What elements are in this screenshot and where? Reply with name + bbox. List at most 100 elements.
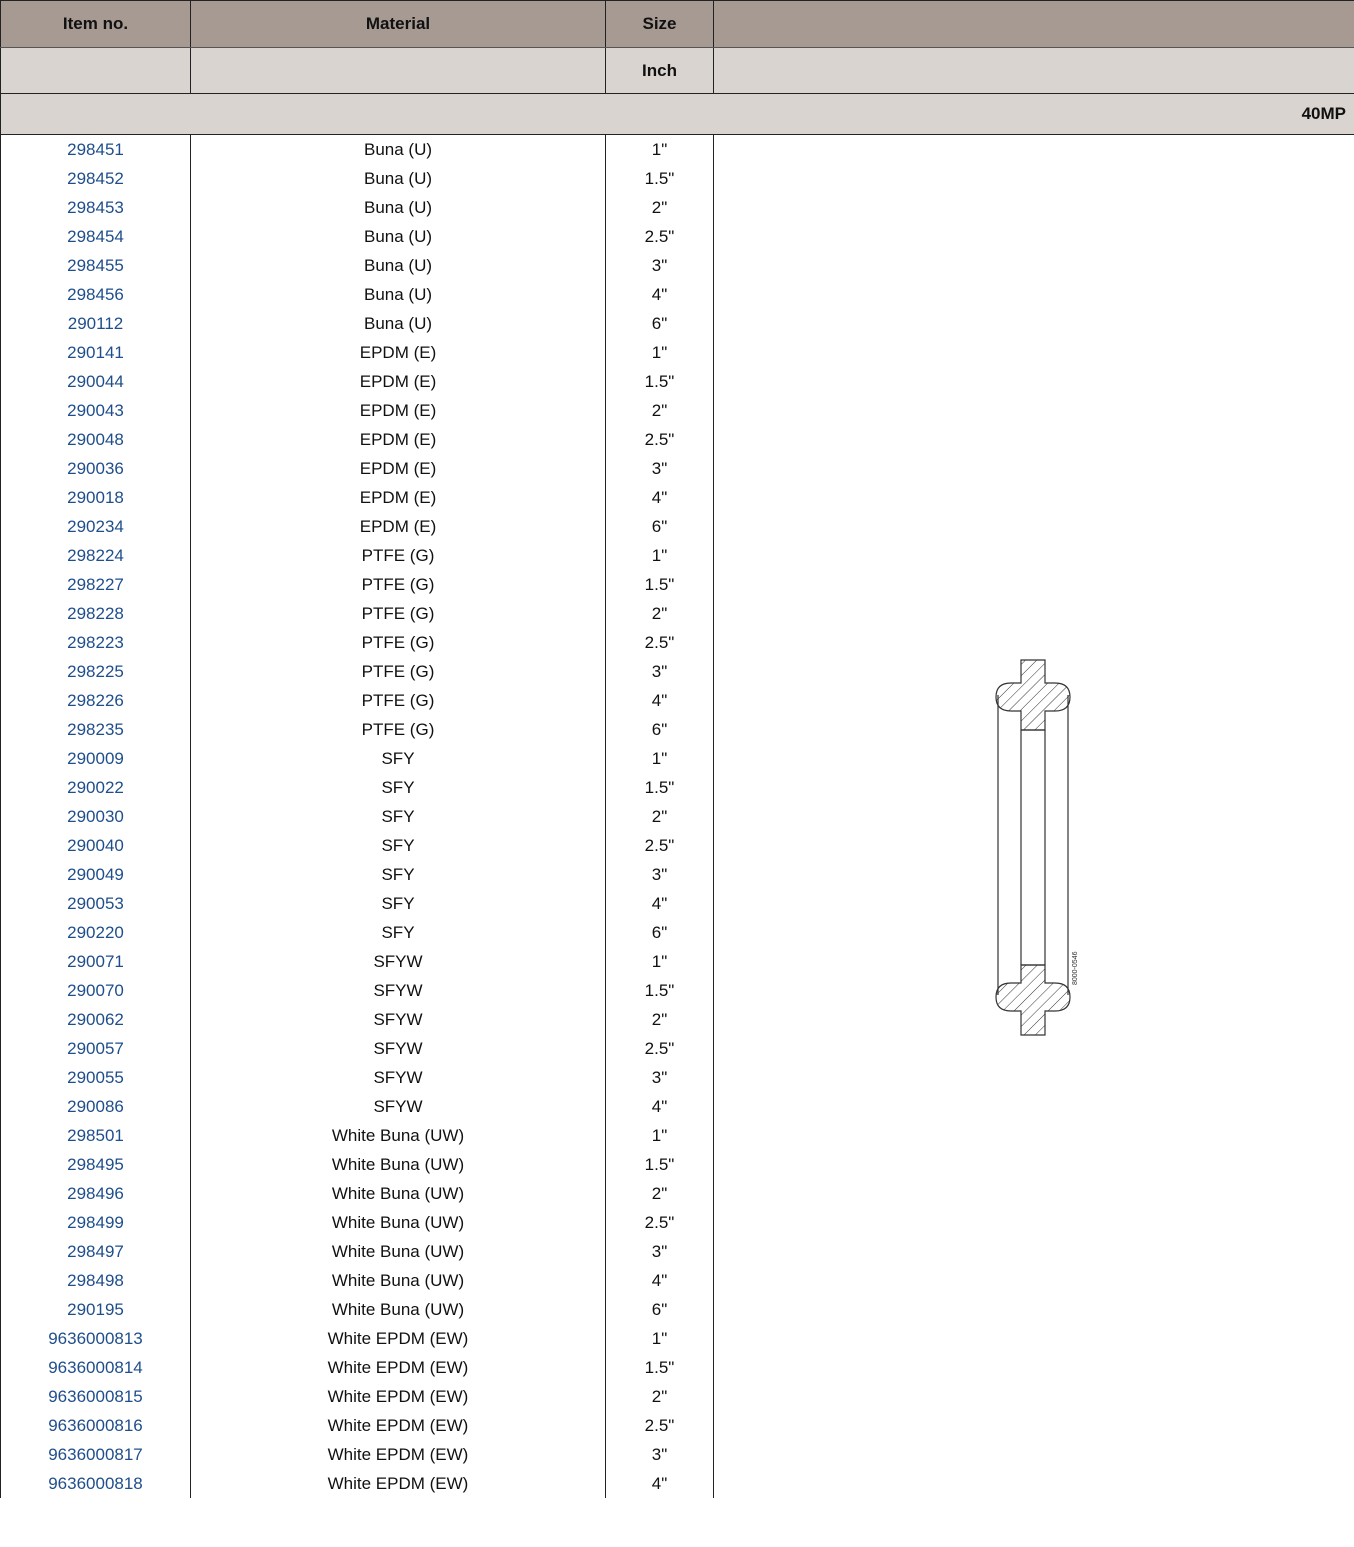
item-no-link[interactable]: 290030 [67, 807, 124, 826]
item-no-cell: 298227 [0, 570, 191, 599]
material-cell: PTFE (G) [190, 599, 606, 628]
item-no-link[interactable]: 9636000818 [48, 1474, 143, 1493]
material-cell: EPDM (E) [190, 483, 606, 512]
item-no-link[interactable]: 290062 [67, 1010, 124, 1029]
item-no-link[interactable]: 290022 [67, 778, 124, 797]
item-no-cell: 290220 [0, 918, 191, 947]
item-no-link[interactable]: 298235 [67, 720, 124, 739]
item-no-link[interactable]: 298224 [67, 546, 124, 565]
item-no-link[interactable]: 290040 [67, 836, 124, 855]
material-cell: Buna (U) [190, 193, 606, 222]
drawing-label: 8000-0546 [1072, 951, 1079, 985]
item-no-cell: 290086 [0, 1092, 191, 1121]
item-no-link[interactable]: 290044 [67, 372, 124, 391]
size-cell: 1.5" [605, 1150, 714, 1179]
material-cell: White Buna (UW) [190, 1150, 606, 1179]
item-no-link[interactable]: 298226 [67, 691, 124, 710]
item-no-link[interactable]: 290220 [67, 923, 124, 942]
item-no-link[interactable]: 298454 [67, 227, 124, 246]
item-no-link[interactable]: 9636000815 [48, 1387, 143, 1406]
group-label: 40MP [0, 93, 1354, 135]
item-no-link[interactable]: 290018 [67, 488, 124, 507]
item-no-link[interactable]: 298228 [67, 604, 124, 623]
item-no-cell: 298451 [0, 134, 191, 164]
item-no-link[interactable]: 290086 [67, 1097, 124, 1116]
material-cell: SFY [190, 773, 606, 802]
item-no-link[interactable]: 9636000817 [48, 1445, 143, 1464]
item-no-cell: 290009 [0, 744, 191, 773]
material-cell: White EPDM (EW) [190, 1382, 606, 1411]
size-cell: 2.5" [605, 1208, 714, 1237]
size-cell: 1.5" [605, 367, 714, 396]
material-cell: White EPDM (EW) [190, 1469, 606, 1498]
item-no-link[interactable]: 298451 [67, 140, 124, 159]
item-no-link[interactable]: 290055 [67, 1068, 124, 1087]
size-cell: 3" [605, 454, 714, 483]
material-cell: PTFE (G) [190, 686, 606, 715]
material-cell: Buna (U) [190, 222, 606, 251]
item-no-link[interactable]: 290057 [67, 1039, 124, 1058]
item-no-link[interactable]: 290043 [67, 401, 124, 420]
item-no-link[interactable]: 298499 [67, 1213, 124, 1232]
item-no-cell: 9636000817 [0, 1440, 191, 1469]
material-cell: White Buna (UW) [190, 1295, 606, 1324]
material-cell: White Buna (UW) [190, 1266, 606, 1295]
material-cell: SFY [190, 802, 606, 831]
item-no-link[interactable]: 290053 [67, 894, 124, 913]
item-no-link[interactable]: 9636000816 [48, 1416, 143, 1435]
item-no-cell: 290043 [0, 396, 191, 425]
item-no-link[interactable]: 298496 [67, 1184, 124, 1203]
size-cell: 4" [605, 889, 714, 918]
item-no-cell: 290044 [0, 367, 191, 396]
item-no-cell: 9636000818 [0, 1469, 191, 1498]
item-no-link[interactable]: 298495 [67, 1155, 124, 1174]
item-no-cell: 9636000815 [0, 1382, 191, 1411]
item-no-link[interactable]: 290234 [67, 517, 124, 536]
item-no-link[interactable]: 298501 [67, 1126, 124, 1145]
subheader-row: Inch [0, 47, 1354, 94]
item-no-link[interactable]: 290070 [67, 981, 124, 1000]
header-material: Material [190, 0, 606, 48]
item-no-cell: 290018 [0, 483, 191, 512]
material-cell: PTFE (G) [190, 541, 606, 570]
header-row: Item no. Material Size [0, 0, 1354, 48]
size-cell: 4" [605, 280, 714, 309]
material-cell: SFY [190, 744, 606, 773]
item-no-link[interactable]: 290049 [67, 865, 124, 884]
item-no-link[interactable]: 298497 [67, 1242, 124, 1261]
item-no-link[interactable]: 298225 [67, 662, 124, 681]
item-no-link[interactable]: 298452 [67, 169, 124, 188]
material-cell: SFY [190, 831, 606, 860]
item-no-cell: 298496 [0, 1179, 191, 1208]
item-no-cell: 290053 [0, 889, 191, 918]
item-no-cell: 298454 [0, 222, 191, 251]
item-no-link[interactable]: 290112 [68, 314, 123, 333]
material-cell: PTFE (G) [190, 570, 606, 599]
item-no-link[interactable]: 290141 [67, 343, 124, 362]
item-no-link[interactable]: 298453 [67, 198, 124, 217]
item-no-link[interactable]: 290071 [67, 952, 124, 971]
item-no-link[interactable]: 9636000813 [48, 1329, 143, 1348]
item-no-link[interactable]: 9636000814 [48, 1358, 143, 1377]
item-no-link[interactable]: 290195 [67, 1300, 124, 1319]
item-no-cell: 290070 [0, 976, 191, 1005]
item-no-link[interactable]: 298498 [67, 1271, 124, 1290]
item-no-link[interactable]: 298227 [67, 575, 124, 594]
item-no-link[interactable]: 298456 [67, 285, 124, 304]
material-cell: SFYW [190, 976, 606, 1005]
size-cell: 6" [605, 715, 714, 744]
gasket-table: Item no. Material Size Inch 40MP 298451 B… [0, 0, 1354, 1498]
item-no-link[interactable]: 298223 [67, 633, 124, 652]
size-cell: 1.5" [605, 976, 714, 1005]
size-cell: 4" [605, 1092, 714, 1121]
size-cell: 6" [605, 918, 714, 947]
material-cell: Buna (U) [190, 280, 606, 309]
item-no-link[interactable]: 290036 [67, 459, 124, 478]
size-cell: 6" [605, 512, 714, 541]
subheader-size-unit: Inch [605, 47, 714, 94]
item-no-link[interactable]: 298455 [67, 256, 124, 275]
size-cell: 4" [605, 483, 714, 512]
material-cell: SFYW [190, 1092, 606, 1121]
item-no-link[interactable]: 290048 [67, 430, 124, 449]
item-no-link[interactable]: 290009 [67, 749, 124, 768]
